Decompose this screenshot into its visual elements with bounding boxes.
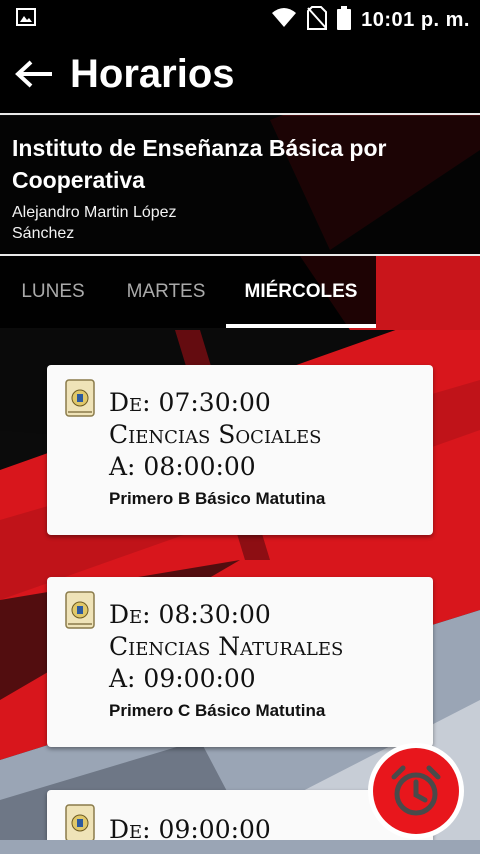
tab-label: MARTES bbox=[126, 281, 206, 302]
tab-indicator bbox=[226, 324, 376, 328]
end-time: A: 09:00:00 bbox=[109, 664, 256, 693]
alarm-fab-button[interactable] bbox=[368, 743, 464, 839]
tab-lunes[interactable]: LUNES bbox=[0, 256, 106, 328]
no-sim-icon bbox=[307, 6, 328, 35]
school-name: Instituto de Enseñanza Básica por Cooper… bbox=[12, 135, 387, 193]
person-name: Alejandro Martin López Sánchez bbox=[12, 204, 177, 242]
tabs-spacer bbox=[376, 256, 480, 328]
section-name: Primero C Básico Matutina bbox=[109, 701, 326, 720]
school-logo-icon bbox=[65, 379, 95, 417]
arrow-left-icon bbox=[15, 60, 52, 88]
schedule-card[interactable]: De: 08:30:00 Ciencias Naturales A: 09:00… bbox=[47, 577, 433, 747]
status-bar: 10:01 p. m. bbox=[0, 0, 480, 36]
end-time: A: 08:00:00 bbox=[109, 452, 256, 481]
wifi-icon bbox=[271, 7, 297, 34]
header-divider bbox=[0, 254, 480, 256]
section-name: Primero B Básico Matutina bbox=[109, 489, 326, 508]
back-button[interactable] bbox=[14, 54, 60, 94]
header-info: Instituto de Enseñanza Básica por Cooper… bbox=[0, 116, 480, 254]
start-time: De: 07:30:00 bbox=[109, 388, 271, 417]
toolbar-divider bbox=[0, 113, 480, 115]
battery-icon bbox=[337, 6, 352, 35]
image-notification-icon bbox=[16, 8, 36, 31]
subject-name: Ciencias Sociales bbox=[109, 420, 322, 449]
status-time: 10:01 p. m. bbox=[361, 9, 470, 31]
tab-label: LUNES bbox=[21, 281, 85, 302]
tab-martes[interactable]: MARTES bbox=[106, 256, 226, 328]
school-logo-icon bbox=[65, 804, 95, 842]
schedule-card[interactable]: De: 07:30:00 Ciencias Sociales A: 08:00:… bbox=[47, 365, 433, 535]
subject-name: Ciencias Naturales bbox=[109, 632, 344, 661]
bottom-edge bbox=[0, 840, 480, 854]
day-tabs: LUNES MARTES MIÉRCOLES bbox=[0, 256, 480, 328]
page-title: Horarios bbox=[70, 52, 235, 96]
tab-label: MIÉRCOLES bbox=[244, 281, 358, 302]
tab-miercoles[interactable]: MIÉRCOLES bbox=[226, 256, 376, 328]
toolbar: Horarios bbox=[0, 36, 480, 114]
start-time: De: 08:30:00 bbox=[109, 600, 271, 629]
school-logo-icon bbox=[65, 591, 95, 629]
alarm-clock-icon bbox=[391, 765, 441, 816]
